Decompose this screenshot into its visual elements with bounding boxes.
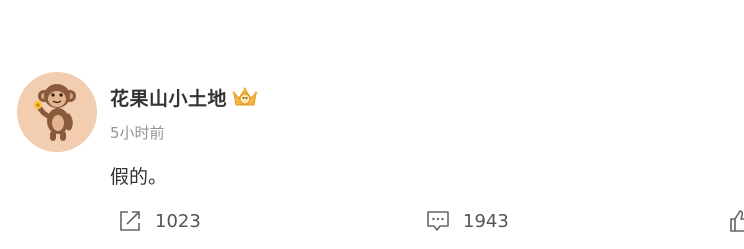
timestamp: 5小时前 (110, 124, 165, 142)
username[interactable]: 花果山小土地 (110, 84, 227, 111)
comment-count: 1943 (463, 210, 509, 232)
monkey-avatar-icon (17, 72, 97, 152)
share-button[interactable]: 1023 (117, 208, 201, 234)
avatar[interactable] (17, 72, 97, 152)
comment-button[interactable]: 1943 (425, 208, 509, 234)
username-row: 花果山小土地 (110, 84, 258, 110)
crown-badge-icon[interactable] (232, 85, 258, 109)
post-card: 花果山小土地 5小时前 假的。 1023 1943 (0, 0, 744, 249)
thumbs-up-icon (728, 208, 744, 234)
share-icon (117, 208, 143, 234)
comment-icon (425, 208, 451, 234)
post-content: 假的。 (110, 166, 168, 188)
like-button[interactable] (728, 208, 744, 234)
share-count: 1023 (155, 210, 201, 232)
